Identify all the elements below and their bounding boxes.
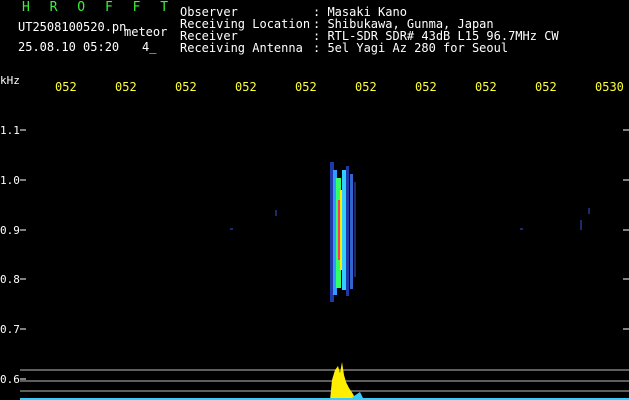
y-tick-label: 0.9 bbox=[0, 224, 20, 237]
right-axis-ticks bbox=[623, 129, 629, 330]
y-axis-ticks bbox=[20, 129, 26, 380]
noise-specks bbox=[230, 208, 590, 230]
label-receiving-antenna: Receiving Antenna bbox=[180, 41, 303, 55]
y-unit-label: kHz bbox=[0, 74, 20, 87]
y-tick-label: 1.1 bbox=[0, 124, 20, 137]
y-tick-label: 1.0 bbox=[0, 174, 20, 187]
date-time: 25.08.10 05:20 bbox=[18, 40, 120, 54]
spectrogram-plot bbox=[20, 129, 629, 400]
power-graph-lines bbox=[20, 369, 629, 392]
value-receiving-antenna: : 5el Yagi Az 280 for Seoul bbox=[313, 41, 509, 55]
page-indicator: 4_ bbox=[142, 40, 157, 54]
y-tick-label: 0.7 bbox=[0, 323, 20, 336]
meteor-echo bbox=[330, 162, 356, 302]
y-tick-label: 0.6 bbox=[0, 373, 20, 386]
file-suffix: meteor bbox=[124, 25, 168, 39]
file-name: UT2508100520.pn bbox=[18, 20, 127, 34]
y-tick-label: 0.8 bbox=[0, 273, 20, 286]
program-title: H R O F F T bbox=[22, 0, 175, 15]
